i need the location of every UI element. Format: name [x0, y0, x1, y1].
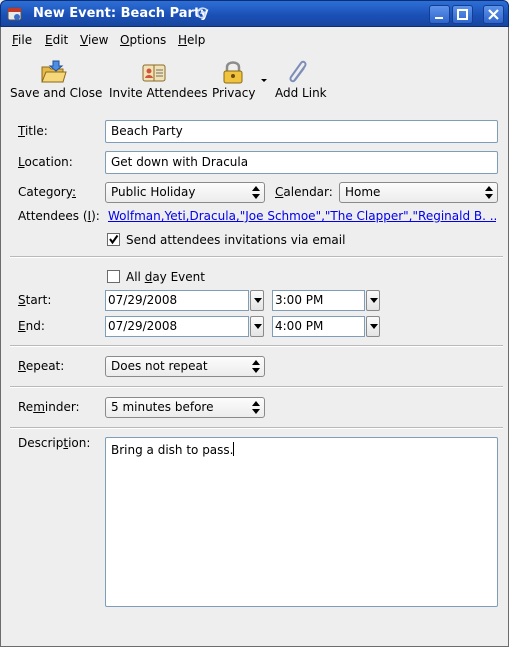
address-book-icon: [142, 64, 166, 82]
padlock-icon: [223, 61, 243, 84]
start-date-dropdown[interactable]: [250, 290, 264, 311]
separator: [10, 256, 503, 258]
reminder-label: Reminder:: [18, 400, 80, 414]
repeat-label: Repeat:: [18, 359, 65, 373]
menu-options[interactable]: Options: [120, 33, 166, 47]
send-invites-checkbox[interactable]: [107, 233, 120, 246]
title-field[interactable]: Beach Party: [105, 120, 498, 143]
end-date-field[interactable]: 07/29/2008: [105, 316, 249, 337]
add-link-button[interactable]: Add Link: [272, 53, 330, 107]
menu-help[interactable]: Help: [178, 33, 205, 47]
privacy-button[interactable]: Privacy: [209, 53, 267, 107]
end-time-dropdown[interactable]: [366, 316, 380, 337]
updown-arrows-icon: [252, 401, 260, 414]
invite-attendees-label: Invite Attendees: [109, 86, 208, 100]
location-field[interactable]: Get down with Dracula: [105, 151, 498, 174]
description-text: Bring a dish to pass.: [111, 443, 234, 457]
start-time-field[interactable]: 3:00 PM: [272, 290, 365, 311]
start-date-field[interactable]: 07/29/2008: [105, 290, 249, 311]
reminder-select[interactable]: 5 minutes before: [105, 397, 265, 418]
privacy-label: Privacy: [212, 86, 256, 100]
chevron-down-icon: [254, 324, 262, 329]
chevron-down-icon: [370, 298, 378, 303]
calendar-label: Calendar:: [275, 185, 333, 199]
toolbar: Save and Close Invite Attendees Privacy …: [0, 53, 509, 110]
window-title: New Event: Beach Party: [33, 6, 209, 21]
folder-save-icon: [41, 60, 67, 83]
send-invites-label: Send attendees invitations via email: [126, 233, 346, 247]
end-date-dropdown[interactable]: [250, 316, 264, 337]
paperclip-icon: [289, 60, 307, 83]
separator: [10, 386, 503, 388]
dropdown-arrow-icon[interactable]: [261, 79, 267, 83]
end-time-field[interactable]: 4:00 PM: [272, 316, 365, 337]
menu-bar: File Edit View Options Help: [0, 27, 509, 53]
updown-arrows-icon: [485, 186, 493, 199]
title-bar[interactable]: New Event: Beach Party: [0, 0, 509, 27]
reminder-value: 5 minutes before: [111, 400, 214, 414]
text-caret: [233, 442, 235, 456]
menu-view[interactable]: View: [80, 33, 108, 47]
repeat-select[interactable]: Does not repeat: [105, 356, 265, 377]
start-time-dropdown[interactable]: [366, 290, 380, 311]
category-value: Public Holiday: [111, 185, 196, 199]
description-textarea[interactable]: Bring a dish to pass.: [105, 437, 498, 607]
category-label: Category:: [18, 185, 76, 199]
description-label: Description:: [18, 436, 91, 450]
updown-arrows-icon: [252, 186, 260, 199]
menu-file[interactable]: File: [12, 33, 32, 47]
swirl-icon: [196, 7, 208, 19]
separator: [10, 427, 503, 429]
attendees-link[interactable]: Wolfman,Yeti,Dracula,"Joe Schmoe","The C…: [108, 209, 496, 223]
menu-edit[interactable]: Edit: [45, 33, 68, 47]
save-and-close-label: Save and Close: [10, 86, 103, 100]
close-button[interactable]: [483, 5, 504, 24]
location-label: Location:: [18, 155, 73, 169]
calendar-value: Home: [345, 185, 381, 199]
invite-attendees-button[interactable]: Invite Attendees: [108, 53, 208, 107]
maximize-icon: [457, 9, 468, 20]
updown-arrows-icon: [252, 360, 260, 373]
category-select[interactable]: Public Holiday: [105, 182, 265, 203]
app-icon: [7, 7, 22, 21]
minimize-button[interactable]: [429, 5, 450, 24]
calendar-select[interactable]: Home: [339, 182, 498, 203]
separator: [10, 345, 503, 347]
add-link-label: Add Link: [275, 86, 327, 100]
minimize-icon: [435, 17, 443, 19]
start-label: Start:: [18, 293, 52, 307]
all-day-checkbox[interactable]: [107, 270, 120, 283]
chevron-down-icon: [254, 298, 262, 303]
window-border-left: [0, 27, 1, 647]
attendees-label: Attendees (I):: [18, 209, 100, 223]
close-icon: [488, 9, 499, 20]
all-day-label: All day Event: [126, 270, 205, 284]
maximize-button[interactable]: [452, 5, 473, 24]
save-and-close-button[interactable]: Save and Close: [8, 53, 102, 107]
title-label: Title:: [18, 124, 48, 138]
chevron-down-icon: [370, 324, 378, 329]
repeat-value: Does not repeat: [111, 359, 208, 373]
checkmark-icon: [109, 234, 119, 245]
end-label: End:: [18, 319, 45, 333]
